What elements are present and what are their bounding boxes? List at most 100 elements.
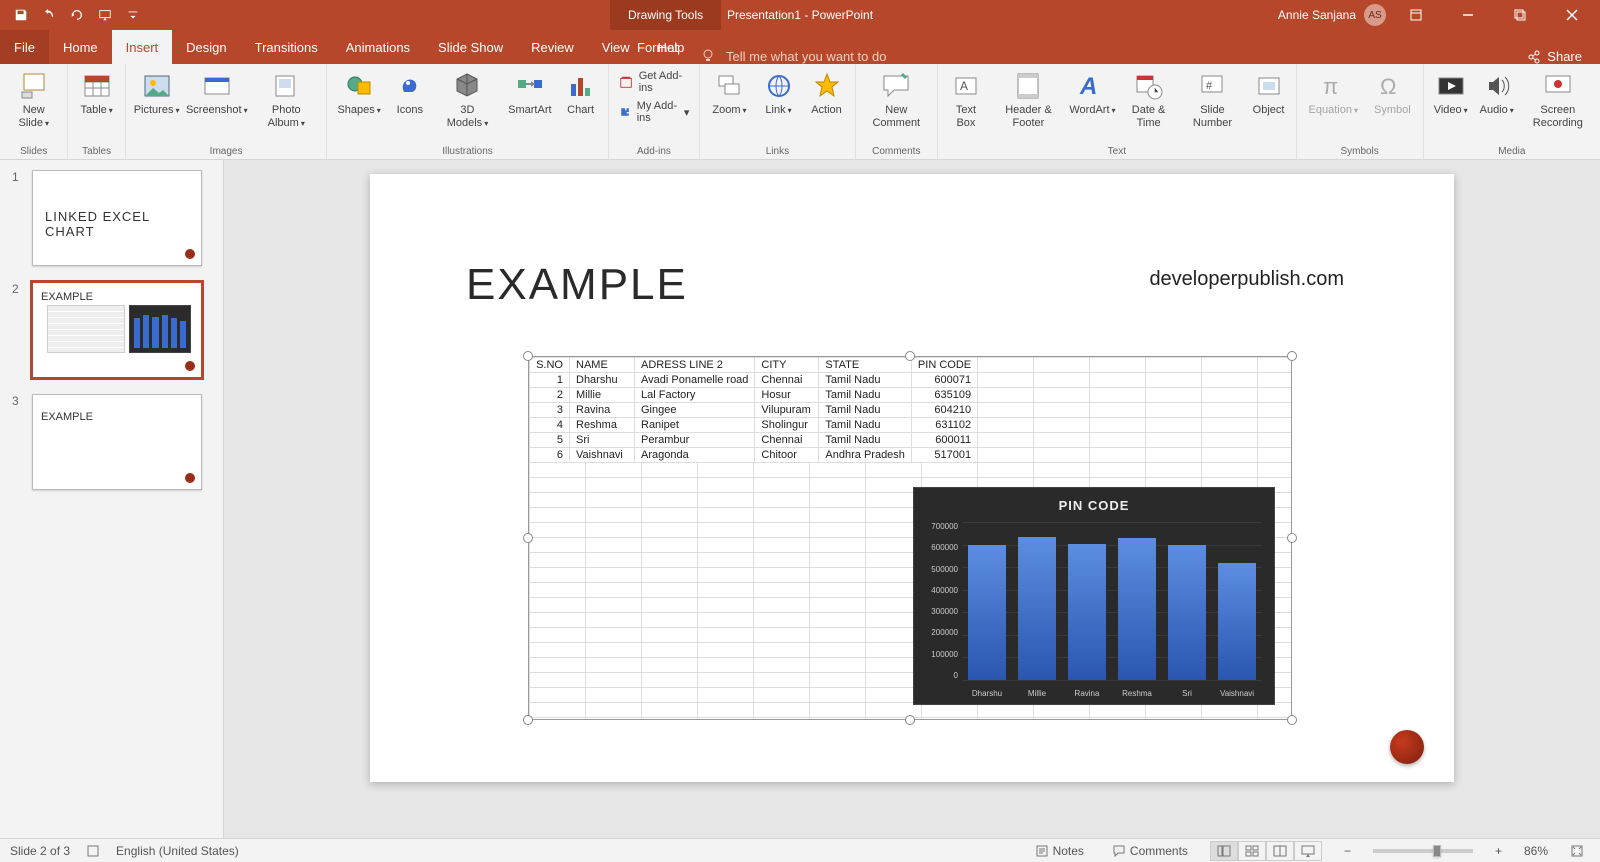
statusbar: Slide 2 of 3 English (United States) Not…: [0, 838, 1600, 862]
screen-recording-button[interactable]: Screen Recording: [1522, 68, 1594, 131]
slideshow-view-button[interactable]: [1294, 841, 1322, 861]
screenshot-button[interactable]: Screenshot▾: [185, 68, 248, 119]
cube-icon: [451, 70, 483, 102]
wax-seal-icon: [185, 249, 195, 259]
zoom-button[interactable]: Zoom▾: [706, 68, 752, 119]
date-time-button[interactable]: Date & Time: [1120, 68, 1178, 131]
chart-button[interactable]: Chart: [560, 68, 602, 119]
tab-design[interactable]: Design: [172, 30, 240, 64]
tab-review[interactable]: Review: [517, 30, 588, 64]
header-footer-icon: [1012, 70, 1044, 102]
photo-album-icon: [270, 70, 302, 102]
tab-insert[interactable]: Insert: [112, 30, 173, 64]
avatar[interactable]: AS: [1364, 4, 1386, 26]
table-button[interactable]: Table▾: [74, 68, 118, 119]
wordart-button[interactable]: A WordArt▾: [1069, 68, 1116, 119]
resize-handle[interactable]: [905, 351, 915, 361]
wax-seal-icon: [1390, 730, 1424, 764]
text-box-button[interactable]: A Text Box: [944, 68, 988, 131]
resize-handle[interactable]: [1287, 533, 1297, 543]
smartart-button[interactable]: SmartArt: [504, 68, 555, 119]
my-addins-button[interactable]: My Add-ins▾: [615, 98, 694, 126]
resize-handle[interactable]: [523, 715, 533, 725]
video-button[interactable]: Video▾: [1430, 68, 1472, 119]
redo-button[interactable]: [64, 2, 90, 28]
fit-to-window-button[interactable]: [1564, 844, 1590, 858]
undo-button[interactable]: [36, 2, 62, 28]
reading-view-button[interactable]: [1266, 841, 1294, 861]
resize-handle[interactable]: [905, 715, 915, 725]
shapes-button[interactable]: Shapes▾: [333, 68, 384, 119]
table-row: 2MillieLal FactoryHosurTamil Nadu635109: [530, 388, 978, 403]
tab-file[interactable]: File: [0, 30, 49, 64]
start-slideshow-button[interactable]: [92, 2, 118, 28]
audio-button[interactable]: Audio▾: [1476, 68, 1518, 119]
qat-customize-button[interactable]: [120, 2, 146, 28]
embedded-excel-object[interactable]: S.NO NAME ADRESS LINE 2 CITY STATE PIN C…: [528, 356, 1292, 720]
accessibility-icon[interactable]: [86, 844, 100, 858]
new-slide-button[interactable]: New Slide▾: [6, 68, 61, 131]
new-comment-button[interactable]: New Comment: [862, 68, 932, 131]
chart-bar: [1168, 545, 1206, 680]
zoom-out-button[interactable]: −: [1338, 844, 1357, 858]
share-button[interactable]: Share: [1527, 49, 1600, 64]
ribbon-insert: New Slide▾ Slides Table▾ Tables Pictures…: [0, 64, 1600, 160]
get-addins-button[interactable]: Get Add-ins: [615, 68, 694, 96]
slide-thumbnails-panel[interactable]: 1 LINKED EXCEL CHART 2 EXAMPLE 3 EXAMPLE: [0, 160, 224, 838]
link-button[interactable]: Link▾: [757, 68, 801, 119]
table-row: 6VaishnaviAragondaChitoorAndhra Pradesh5…: [530, 448, 978, 463]
zoom-in-button[interactable]: +: [1489, 844, 1508, 858]
table-row: 3RavinaGingeeVilupuramTamil Nadu604210: [530, 403, 978, 418]
group-label: Images: [210, 146, 243, 159]
resize-handle[interactable]: [1287, 715, 1297, 725]
store-icon: [619, 74, 633, 90]
resize-handle[interactable]: [523, 533, 533, 543]
zoom-slider[interactable]: [1373, 849, 1473, 853]
resize-handle[interactable]: [523, 351, 533, 361]
chart-bar: [1018, 537, 1056, 680]
slide-thumbnail-3[interactable]: EXAMPLE: [32, 394, 202, 490]
slide-sorter-view-button[interactable]: [1238, 841, 1266, 861]
header-footer-button[interactable]: Header & Footer: [992, 68, 1065, 131]
slide-editing-area[interactable]: EXAMPLE developerpublish.com S.NO NAME A…: [224, 160, 1600, 838]
icons-button[interactable]: Icons: [389, 68, 431, 119]
table-row: 5SriPeramburChennaiTamil Nadu600011: [530, 433, 978, 448]
close-button[interactable]: [1550, 0, 1594, 30]
photo-album-button[interactable]: Photo Album▾: [252, 68, 320, 131]
slide-thumbnail-1[interactable]: LINKED EXCEL CHART: [32, 170, 202, 266]
tell-me-search[interactable]: Tell me what you want to do: [700, 48, 886, 64]
zoom-level[interactable]: 86%: [1524, 844, 1548, 858]
tab-transitions[interactable]: Transitions: [241, 30, 332, 64]
object-button[interactable]: Object: [1248, 68, 1290, 119]
notes-icon: [1035, 844, 1049, 858]
resize-handle[interactable]: [1287, 351, 1297, 361]
screen-recording-icon: [1542, 70, 1574, 102]
slide-thumbnail-2[interactable]: EXAMPLE: [32, 282, 202, 378]
pin-code-chart: PIN CODE 7000006000005000004000003000002…: [913, 487, 1275, 705]
group-label: Tables: [82, 146, 111, 159]
chart-y-axis: 7000006000005000004000003000002000001000…: [920, 522, 958, 680]
slide-url-text: developerpublish.com: [1149, 268, 1344, 291]
action-button[interactable]: Action: [805, 68, 849, 119]
ribbon-display-options[interactable]: [1394, 0, 1438, 30]
slide-canvas[interactable]: EXAMPLE developerpublish.com S.NO NAME A…: [370, 174, 1454, 782]
maximize-button[interactable]: [1498, 0, 1542, 30]
save-button[interactable]: [8, 2, 34, 28]
normal-view-button[interactable]: [1210, 841, 1238, 861]
slide-number-button[interactable]: # Slide Number: [1181, 68, 1243, 131]
tab-home[interactable]: Home: [49, 30, 112, 64]
pictures-button[interactable]: Pictures▾: [132, 68, 182, 119]
tab-slideshow[interactable]: Slide Show: [424, 30, 517, 64]
tab-format[interactable]: Format: [615, 30, 700, 64]
lightbulb-icon: [700, 48, 716, 64]
language-status[interactable]: English (United States): [116, 844, 239, 858]
wax-seal-icon: [185, 473, 195, 483]
comments-button[interactable]: Comments: [1106, 844, 1194, 858]
minimize-button[interactable]: [1446, 0, 1490, 30]
action-icon: [811, 70, 843, 102]
3d-models-button[interactable]: 3D Models▾: [435, 68, 500, 131]
tab-animations[interactable]: Animations: [332, 30, 424, 64]
notes-button[interactable]: Notes: [1029, 844, 1090, 858]
group-label: Add-ins: [637, 146, 671, 159]
video-icon: [1435, 70, 1467, 102]
